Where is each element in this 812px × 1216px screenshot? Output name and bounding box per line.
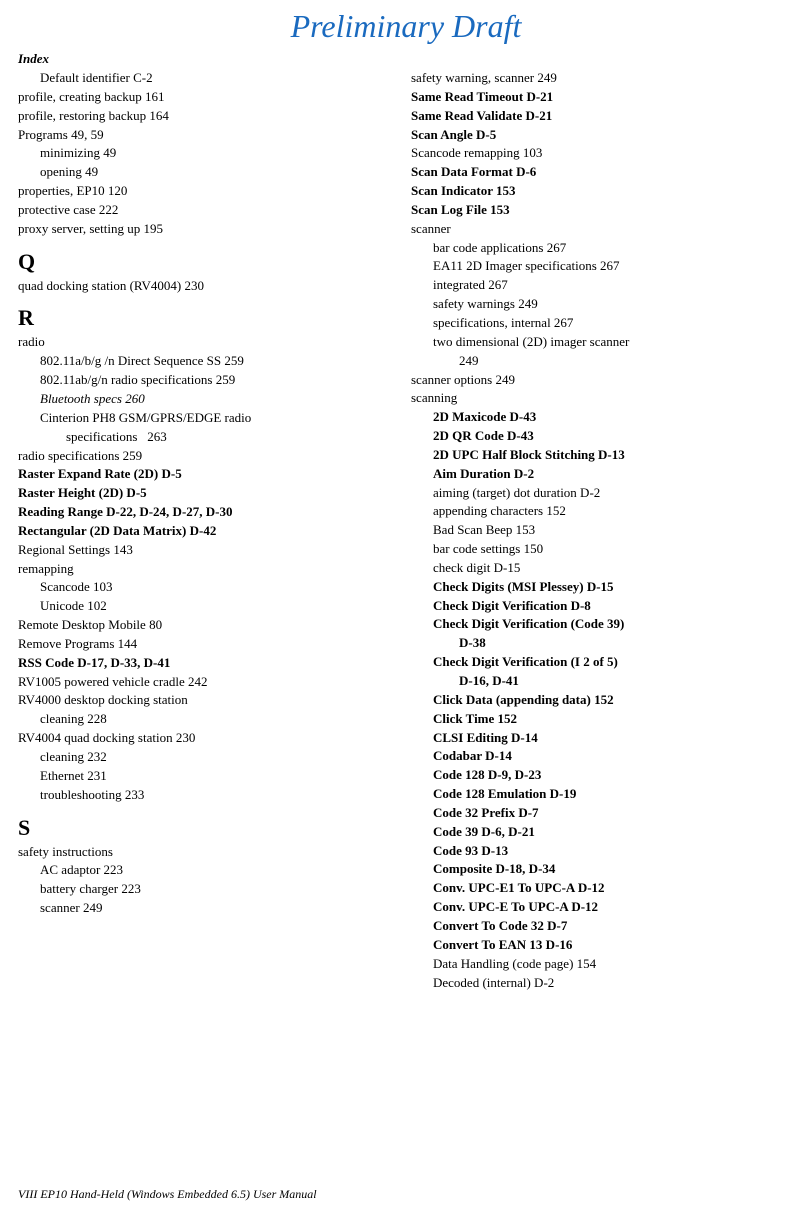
index-entry: Check Digit Verification (Code 39) D-38: [411, 615, 794, 653]
index-entry: Scan Log File 153: [411, 201, 794, 220]
index-entry: scanner 249: [18, 899, 401, 918]
index-entry: Code 32 Prefix D-7: [411, 804, 794, 823]
index-entry: Scancode remapping 103: [411, 144, 794, 163]
index-entry: Composite D-18, D-34: [411, 860, 794, 879]
index-entry: Scan Data Format D-6: [411, 163, 794, 182]
index-entry: aiming (target) dot duration D-2: [411, 484, 794, 503]
index-entry: 2D UPC Half Block Stitching D-13: [411, 446, 794, 465]
index-entry: Raster Height (2D) D-5: [18, 484, 401, 503]
index-entry: Code 39 D-6, D-21: [411, 823, 794, 842]
index-entry: cleaning 232: [18, 748, 401, 767]
index-entry: profile, restoring backup 164: [18, 107, 401, 126]
index-entry: cleaning 228: [18, 710, 401, 729]
index-entry: Check Digit Verification D-8: [411, 597, 794, 616]
index-entry: RV1005 powered vehicle cradle 242: [18, 673, 401, 692]
section-heading-q: Q: [18, 249, 401, 275]
index-entry: Convert To Code 32 D-7: [411, 917, 794, 936]
index-entry: properties, EP10 120: [18, 182, 401, 201]
index-entry: Remote Desktop Mobile 80: [18, 616, 401, 635]
index-entry: Click Data (appending data) 152: [411, 691, 794, 710]
index-entry: radio specifications 259: [18, 447, 401, 466]
index-entry: bar code settings 150: [411, 540, 794, 559]
index-entry: RV4004 quad docking station 230: [18, 729, 401, 748]
index-entry: Reading Range D-22, D-24, D-27, D-30: [18, 503, 401, 522]
index-entry: scanner: [411, 220, 794, 239]
index-entry: safety warnings 249: [411, 295, 794, 314]
index-entry: 2D Maxicode D-43: [411, 408, 794, 427]
index-label: Index: [0, 49, 812, 69]
index-entry: Default identifier C-2: [18, 69, 401, 88]
index-entry: RSS Code D-17, D-33, D-41: [18, 654, 401, 673]
index-entry: safety warning, scanner 249: [411, 69, 794, 88]
index-entry: Remove Programs 144: [18, 635, 401, 654]
index-entry: Conv. UPC-E1 To UPC-A D-12: [411, 879, 794, 898]
index-entry: two dimensional (2D) imager scanner 249: [411, 333, 794, 371]
index-entry: scanner options 249: [411, 371, 794, 390]
index-entry: quad docking station (RV4004) 230: [18, 277, 401, 296]
index-entry: AC adaptor 223: [18, 861, 401, 880]
index-entry: protective case 222: [18, 201, 401, 220]
index-entry: Code 128 D-9, D-23: [411, 766, 794, 785]
index-entry: Cinterion PH8 GSM/GPRS/EDGE radio specif…: [18, 409, 401, 447]
index-entry: 802.11a/b/g /n Direct Sequence SS 259: [18, 352, 401, 371]
index-entry: RV4000 desktop docking station: [18, 691, 401, 710]
index-entry: Conv. UPC-E To UPC-A D-12: [411, 898, 794, 917]
index-entry: check digit D-15: [411, 559, 794, 578]
index-entry: 2D QR Code D-43: [411, 427, 794, 446]
section-heading-r: R: [18, 305, 401, 331]
index-entry: Data Handling (code page) 154: [411, 955, 794, 974]
index-entry: opening 49: [18, 163, 401, 182]
index-entry: Bluetooth specs 260: [18, 390, 401, 409]
index-entry: Raster Expand Rate (2D) D-5: [18, 465, 401, 484]
index-entry: Scancode 103: [18, 578, 401, 597]
index-entry: radio: [18, 333, 401, 352]
index-entry: Unicode 102: [18, 597, 401, 616]
index-entry: profile, creating backup 161: [18, 88, 401, 107]
section-heading-s: S: [18, 815, 401, 841]
index-entry: CLSI Editing D-14: [411, 729, 794, 748]
index-entry: Convert To EAN 13 D-16: [411, 936, 794, 955]
page-title: Preliminary Draft: [0, 0, 812, 49]
index-entry: appending characters 152: [411, 502, 794, 521]
index-entry: Bad Scan Beep 153: [411, 521, 794, 540]
index-entry: Regional Settings 143: [18, 541, 401, 560]
index-entry: Scan Angle D-5: [411, 126, 794, 145]
index-entry: scanning: [411, 389, 794, 408]
left-column: Default identifier C-2profile, creating …: [18, 69, 401, 992]
index-entry: Check Digit Verification (I 2 of 5) D-16…: [411, 653, 794, 691]
index-entry: 802.11ab/g/n radio specifications 259: [18, 371, 401, 390]
index-entry: Scan Indicator 153: [411, 182, 794, 201]
index-entry: Decoded (internal) D-2: [411, 974, 794, 993]
index-entry: battery charger 223: [18, 880, 401, 899]
index-entry: Click Time 152: [411, 710, 794, 729]
index-entry: Code 93 D-13: [411, 842, 794, 861]
index-entry: Programs 49, 59: [18, 126, 401, 145]
footer: VIII EP10 Hand-Held (Windows Embedded 6.…: [0, 1187, 812, 1202]
index-entry: minimizing 49: [18, 144, 401, 163]
index-entry: integrated 267: [411, 276, 794, 295]
footer-left: VIII EP10 Hand-Held (Windows Embedded 6.…: [18, 1187, 317, 1202]
index-entry: specifications, internal 267: [411, 314, 794, 333]
index-entry: EA11 2D Imager specifications 267: [411, 257, 794, 276]
index-entry: Rectangular (2D Data Matrix) D-42: [18, 522, 401, 541]
index-entry: Ethernet 231: [18, 767, 401, 786]
index-entry: safety instructions: [18, 843, 401, 862]
index-entry: Codabar D-14: [411, 747, 794, 766]
index-entry: troubleshooting 233: [18, 786, 401, 805]
index-entry: proxy server, setting up 195: [18, 220, 401, 239]
index-entry: bar code applications 267: [411, 239, 794, 258]
index-entry: Same Read Validate D-21: [411, 107, 794, 126]
index-entry: Check Digits (MSI Plessey) D-15: [411, 578, 794, 597]
right-column: safety warning, scanner 249Same Read Tim…: [411, 69, 794, 992]
index-entry: Aim Duration D-2: [411, 465, 794, 484]
index-entry: Code 128 Emulation D-19: [411, 785, 794, 804]
index-entry: remapping: [18, 560, 401, 579]
index-entry: Same Read Timeout D-21: [411, 88, 794, 107]
